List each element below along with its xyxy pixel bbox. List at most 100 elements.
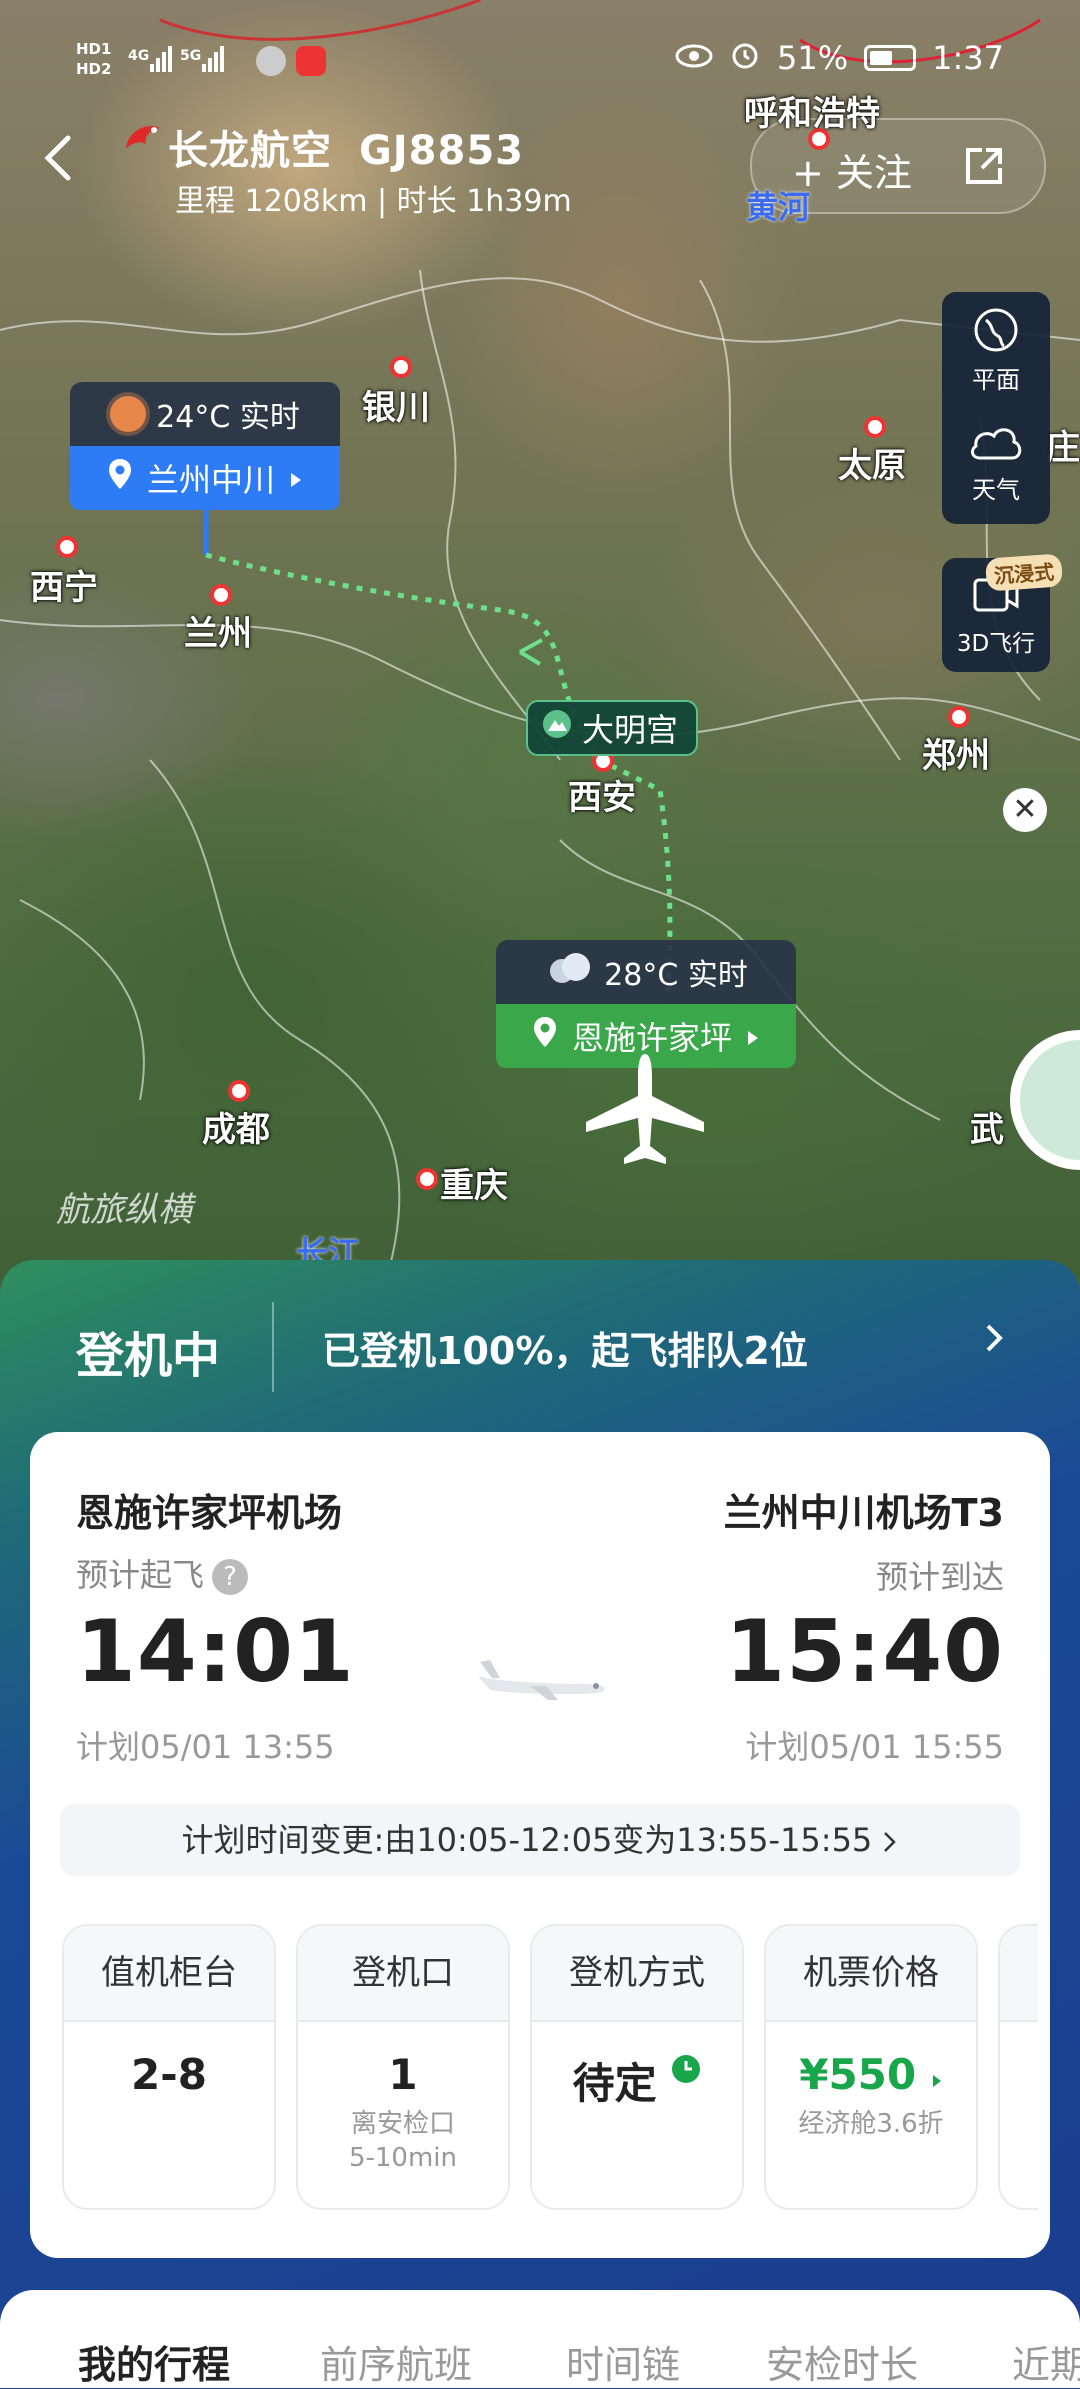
boarding-status: 登机中 [76,1328,221,1384]
section-tabs: 我的行程 前序航班 时间链 安检时长 近期 [0,2290,1080,2388]
boarding-method-label: 登机方式 [532,1926,742,2022]
landmark-tag[interactable]: 大明宫 [526,700,699,756]
sun-icon [110,396,147,432]
ticket-price-value: ¥550 [799,2050,917,2099]
map-controls: 平面 天气 [942,292,1050,524]
origin-airport-tag[interactable]: 兰州中川 [70,446,340,510]
arrival-airport: 兰州中川机场T3 [723,1491,1004,1535]
tab-recent[interactable]: 近期 [1012,2334,1080,2389]
city-label: 西安 [568,778,636,818]
flight-distance-duration: 里程 1208km | 时长 1h39m [175,184,572,219]
gate-value: 1 [388,2050,418,2099]
clock-icon [671,2055,701,2108]
arrival-label: 预计到达 [875,1558,1004,1596]
arrival-scheduled: 计划05/01 15:55 [745,1728,1004,1766]
chevron-right-icon[interactable] [982,1318,1006,1362]
arrival-time: 15:40 [725,1602,1004,1702]
chevron-left-icon [44,135,71,181]
divider [272,1302,274,1392]
battery-icon [864,45,917,71]
eye-icon [675,39,713,77]
close-button[interactable]: ✕ [1003,788,1047,832]
immersive-badge: 沉浸式 [984,553,1064,592]
ticket-price-box[interactable]: 机票价格 ¥550 经济舱3.6折 [764,1924,978,2210]
airline-logo [118,118,166,166]
flat-map-button[interactable]: 平面 [942,306,1050,395]
city-marker [56,536,78,558]
departure-time: 14:01 [76,1602,355,1702]
airplane-icon [580,1050,710,1174]
city-label: 兰州 [184,614,252,654]
tab-time-chain[interactable]: 时间链 [566,2334,680,2389]
clock: 1:37 [932,39,1004,77]
system-indicators: 51% 1:37 [675,38,1004,78]
flight-title: 长龙航空 GJ8853 [168,118,524,176]
dest-weather: 28°C 实时 [496,940,796,1004]
ticket-price-row: ¥550 [766,2050,976,2099]
city-marker [210,584,232,606]
departure-label: 预计起飞 [76,1556,205,1594]
tab-security-time[interactable]: 安检时长 [766,2334,918,2389]
fly-3d-label: 3D飞行 [956,631,1036,657]
weather-layer-label: 天气 [972,476,1020,504]
svg-text:HD2: HD2 [76,60,111,78]
boarding-method-box[interactable]: 登机方式 待定 [530,1924,744,2210]
city-label: 西宁 [30,568,98,608]
tab-previous-flight[interactable]: 前序航班 [320,2334,472,2389]
departure-label-row: 预计起飞? [76,1550,249,1596]
signal-icon: HD1 HD2 4G 5G [76,38,246,83]
departure-scheduled: 计划05/01 13:55 [76,1728,335,1766]
chevron-right-icon [882,1821,898,1859]
play-arrow-icon [746,1017,760,1055]
location-pin-icon [107,457,133,499]
origin-weather-text: 24°C 实时 [156,400,300,435]
checkin-counter-box[interactable]: 值机柜台 2-8 [62,1924,276,2210]
tab-my-trip[interactable]: 我的行程 [78,2334,230,2389]
help-icon[interactable]: ? [212,1559,249,1595]
gate-walk-time: 离安检口 5-10min [348,2109,458,2173]
city-label: 呼和浩特 [744,94,880,134]
ticket-price-label: 机票价格 [766,1926,976,2022]
cloud-icon [544,951,594,993]
flight-map[interactable]: HD1 HD2 4G 5G 51% 1:37 长龙航空 GJ8853 里程 12… [0,0,1080,1300]
boarding-method-value: 待定 [572,2059,657,2108]
airline-name: 长龙航空 [168,128,332,174]
city-label: 太原 [838,446,906,486]
svg-text:HD1: HD1 [76,40,111,58]
back-button[interactable] [36,130,80,186]
more-info-box[interactable] [998,1924,1038,2210]
gate-box[interactable]: 登机口 1 离安检口 5-10min [296,1924,510,2210]
airplane-icon [470,1654,610,1708]
city-label: 成都 [202,1110,270,1150]
city-label: 银川 [362,388,430,428]
flight-info-sheet: 登机中 已登机100%，起飞排队2位 恩施许家坪机场 兰州中川机场T3 预计起飞… [0,1260,1080,2388]
checkin-counter-value: 2-8 [131,2050,207,2099]
app-notification-icon-2 [296,45,326,76]
cloud-outline-icon [971,428,1022,460]
schedule-change-text: 计划时间变更:由10:05-12:05变为13:55-15:55 [181,1821,873,1859]
weather-layer-button[interactable]: 天气 [942,420,1050,505]
river-label: 黄河 [746,188,811,226]
origin-weather: 24°C 实时 [70,382,340,446]
city-marker [228,1080,250,1102]
more-info-header [1000,1926,1038,2022]
svg-text:5G: 5G [180,48,201,64]
flat-map-label: 平面 [972,366,1020,394]
app-notification-icon [256,45,286,76]
share-button[interactable] [962,144,1006,192]
schedule-change-notice[interactable]: 计划时间变更:由10:05-12:05变为13:55-15:55 [60,1804,1020,1876]
globe-icon [974,308,1018,352]
boarding-detail[interactable]: 已登机100%，起飞排队2位 [322,1320,808,1375]
play-arrow-icon [931,2050,943,2099]
city-label: 庄 [1046,428,1080,468]
city-label: 武 [970,1110,1004,1150]
departure-airport: 恩施许家坪机场 [76,1491,343,1535]
city-marker [390,356,412,378]
landmark-name: 大明宫 [582,711,679,749]
flight-card: 恩施许家坪机场 兰州中川机场T3 预计起飞? 预计到达 14:01 15:40 … [30,1432,1050,2258]
boarding-method-row: 待定 [532,2050,742,2111]
city-marker [948,706,970,728]
location-pin-icon [532,1015,558,1057]
origin-airport-name: 兰州中川 [146,461,275,499]
svg-text:4G: 4G [128,48,149,64]
